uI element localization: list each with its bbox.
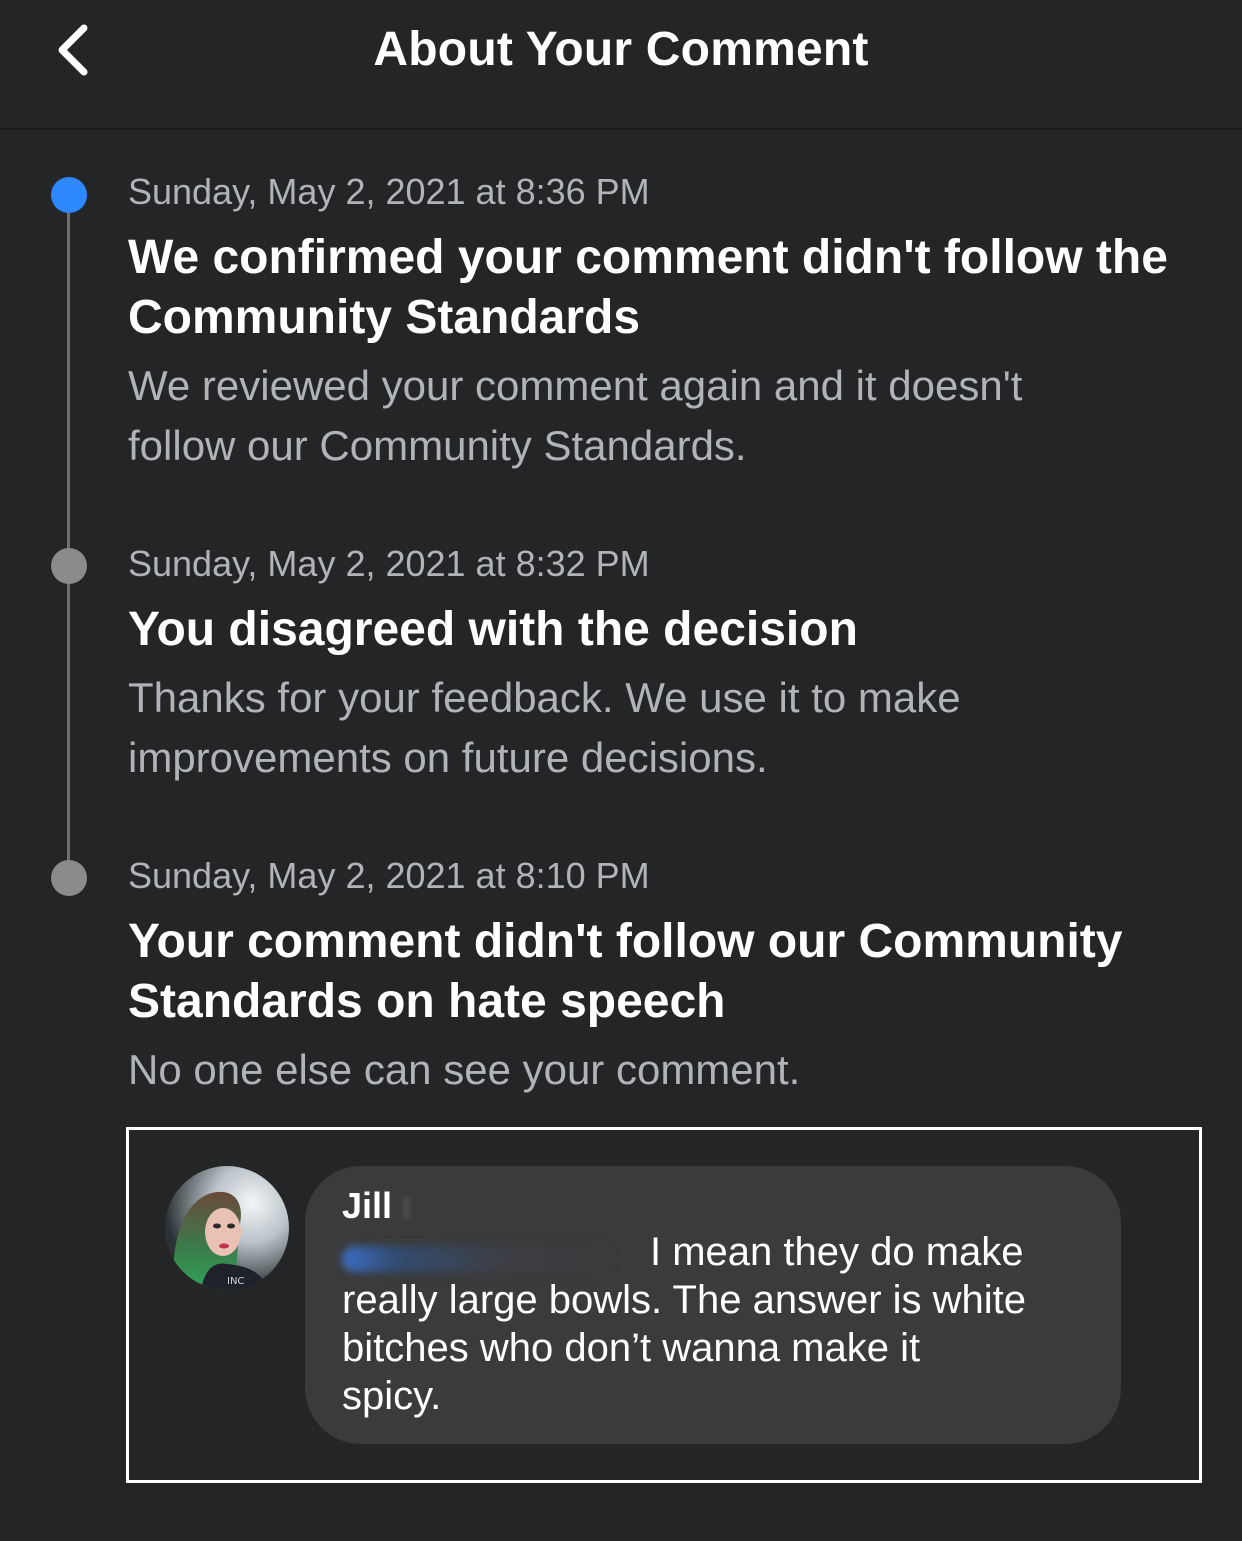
comment-author-name[interactable]: Jill	[342, 1185, 392, 1226]
timeline-event-removed: Sunday, May 2, 2021 at 8:10 PM Your comm…	[128, 854, 1208, 1100]
timeline-connector	[67, 195, 70, 878]
profile-photo-icon: INC	[165, 1166, 289, 1290]
event-description: No one else can see your comment.	[128, 1040, 1208, 1100]
comment-preview-box: INC Jill I mean they do make really larg…	[126, 1127, 1202, 1483]
event-title: Your comment didn't follow our Community…	[128, 912, 1208, 1032]
comment-text-line: bitches who don’t wanna make it	[342, 1326, 921, 1370]
comment-text-line: I mean they do make	[650, 1230, 1024, 1274]
redacted-mention	[342, 1246, 612, 1272]
comment-first-line: I mean they do make	[342, 1228, 1085, 1276]
timeline-event-confirmed: Sunday, May 2, 2021 at 8:36 PM We confir…	[128, 170, 1208, 476]
avatar[interactable]: INC	[165, 1166, 289, 1290]
timeline-event-disagreed: Sunday, May 2, 2021 at 8:32 PM You disag…	[128, 542, 1208, 788]
event-title-line: We confirmed your comment didn't follow …	[128, 231, 1168, 284]
top-bar: About Your Comment	[0, 0, 1242, 130]
comment-bubble[interactable]: Jill I mean they do make really large bo…	[305, 1166, 1121, 1444]
comment-text-line: spicy.	[342, 1374, 442, 1418]
page-title: About Your Comment	[373, 23, 869, 76]
event-description-line: improvements on future decisions.	[128, 734, 768, 781]
event-title-line: Community Standards	[128, 291, 641, 344]
event-title-line: Standards on hate speech	[128, 975, 726, 1028]
event-description: We reviewed your comment again and it do…	[128, 356, 1208, 476]
event-title: We confirmed your comment didn't follow …	[128, 228, 1208, 348]
event-timestamp: Sunday, May 2, 2021 at 8:32 PM	[128, 543, 650, 584]
timeline-dot-current	[51, 177, 87, 213]
timeline-dot-past	[51, 860, 87, 896]
event-title-line: Your comment didn't follow our Community	[128, 915, 1123, 968]
event-description-line: We reviewed your comment again and it do…	[128, 362, 1023, 409]
timeline-dot-past	[51, 548, 87, 584]
comment-author-row: Jill	[342, 1184, 1085, 1228]
event-description: Thanks for your feedback. We use it to m…	[128, 668, 1208, 788]
event-description-line: No one else can see your comment.	[128, 1046, 801, 1093]
event-description-line: Thanks for your feedback. We use it to m…	[128, 674, 961, 721]
event-description-line: follow our Community Standards.	[128, 422, 747, 469]
comment-text-line: really large bowls. The answer is white	[342, 1278, 1027, 1322]
svg-text:INC: INC	[227, 1276, 244, 1287]
event-timestamp: Sunday, May 2, 2021 at 8:36 PM	[128, 171, 650, 212]
event-title-line: You disagreed with the decision	[128, 603, 858, 656]
redacted-surname	[402, 1197, 411, 1220]
event-title: You disagreed with the decision	[128, 600, 1208, 660]
event-timestamp: Sunday, May 2, 2021 at 8:10 PM	[128, 855, 650, 896]
